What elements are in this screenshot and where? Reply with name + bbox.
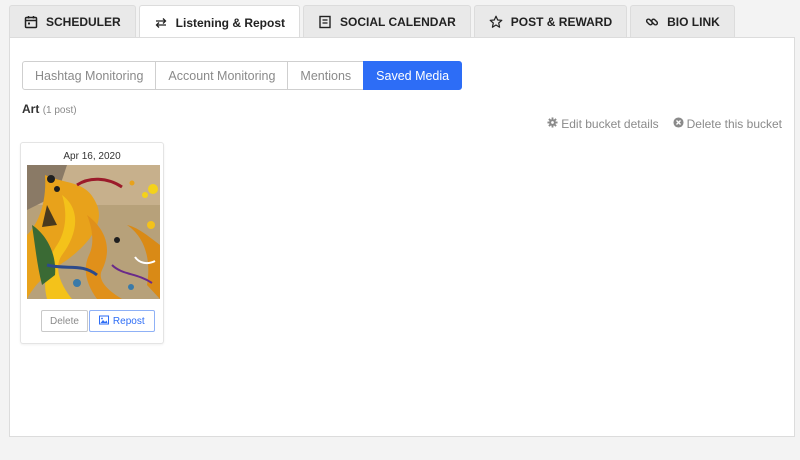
subtab-mentions[interactable]: Mentions <box>287 61 365 90</box>
tab-scheduler-label: SCHEDULER <box>46 15 121 29</box>
edit-bucket-label: Edit bucket details <box>561 117 659 131</box>
bucket-name: Art <box>22 102 40 116</box>
delete-bucket-button[interactable]: Delete this bucket <box>673 117 782 131</box>
repost-icon <box>154 16 168 30</box>
content-panel: Hashtag Monitoring Account Monitoring Me… <box>9 37 795 437</box>
tab-bio-link-label: BIO LINK <box>667 15 720 29</box>
delete-post-button[interactable]: Delete <box>41 310 88 332</box>
tab-social-calendar-label: SOCIAL CALENDAR <box>340 15 456 29</box>
tab-post-reward[interactable]: POST & REWARD <box>473 5 628 38</box>
bucket-title: Art (1 post) <box>22 102 77 116</box>
edit-bucket-button[interactable]: Edit bucket details <box>547 117 659 131</box>
repost-button[interactable]: Repost <box>88 310 155 332</box>
calendar-icon <box>24 15 38 29</box>
close-circle-icon <box>673 117 684 131</box>
subtab-account-monitoring[interactable]: Account Monitoring <box>155 61 289 90</box>
tab-bio-link[interactable]: BIO LINK <box>630 5 735 38</box>
delete-bucket-label: Delete this bucket <box>686 117 782 131</box>
tab-scheduler[interactable]: SCHEDULER <box>9 5 136 38</box>
top-tab-bar: SCHEDULER Listening & Repost SOCIAL CALE… <box>9 5 735 39</box>
saved-media-card: Apr 16, 2020 Delete Repost <box>20 142 164 344</box>
tab-social-calendar[interactable]: SOCIAL CALENDAR <box>303 5 471 38</box>
tab-post-reward-label: POST & REWARD <box>510 15 613 29</box>
bucket-post-count: (1 post) <box>42 105 77 116</box>
link-icon <box>645 15 659 29</box>
subtab-saved-media[interactable]: Saved Media <box>363 61 463 90</box>
card-actions: Delete Repost <box>41 310 155 332</box>
tab-listening-repost-label: Listening & Repost <box>175 15 286 30</box>
image-icon <box>98 315 109 328</box>
gear-icon <box>547 117 558 131</box>
star-icon <box>489 15 503 29</box>
bucket-actions: Edit bucket details Delete this bucket <box>547 117 782 131</box>
repost-label: Repost <box>112 315 145 327</box>
delete-post-label: Delete <box>50 315 79 327</box>
subtab-hashtag-monitoring[interactable]: Hashtag Monitoring <box>22 61 157 90</box>
sub-tab-bar: Hashtag Monitoring Account Monitoring Me… <box>22 61 463 90</box>
media-thumbnail[interactable] <box>27 165 160 299</box>
post-date: Apr 16, 2020 <box>63 151 121 162</box>
tab-listening-repost[interactable]: Listening & Repost <box>138 5 301 39</box>
social-calendar-icon <box>318 15 332 29</box>
